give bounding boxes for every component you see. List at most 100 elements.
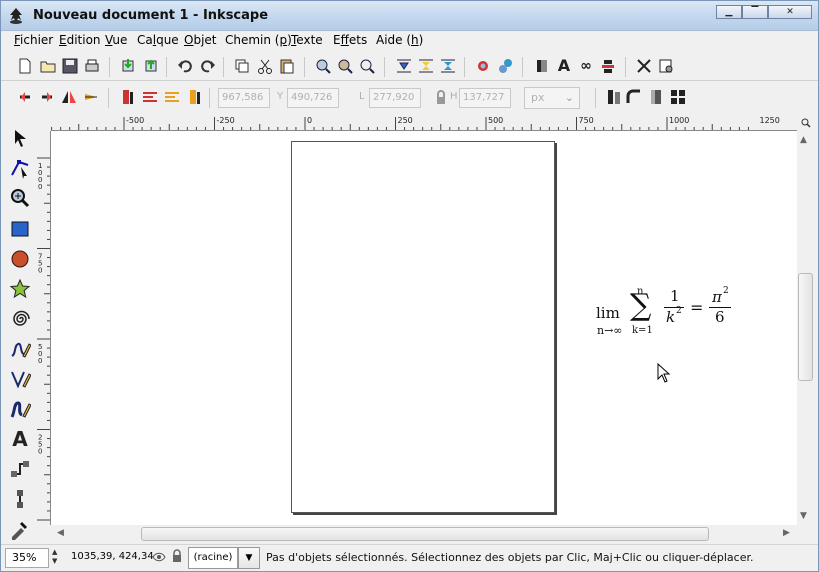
vertical-scrollbar[interactable]: ▲ ▼	[797, 131, 814, 525]
formula-frac2-numerator: π	[712, 288, 722, 306]
width-field[interactable]: 277,920	[369, 88, 421, 108]
selector-tool-icon[interactable]	[9, 127, 31, 149]
align-icon[interactable]	[599, 57, 617, 75]
formula-sum-lower: k=1	[632, 325, 653, 336]
flip-horizontal-icon[interactable]	[60, 88, 78, 106]
ruler-label: 250	[398, 116, 413, 125]
current-layer-field[interactable]: (racine)	[188, 547, 238, 569]
gradient-editor-icon[interactable]	[533, 57, 551, 75]
lower-bottom-icon[interactable]	[185, 88, 203, 106]
vertical-ruler-ticks: 1000 750 500 250 0	[37, 157, 50, 525]
zoom-drawing-icon[interactable]	[336, 57, 354, 75]
xml-editor-icon[interactable]	[474, 57, 492, 75]
raise-icon[interactable]	[141, 88, 159, 106]
x-field[interactable]: 967,586	[218, 88, 270, 108]
minimize-button[interactable]: ▁	[716, 5, 742, 19]
horizontal-scroll-thumb[interactable]	[141, 527, 709, 541]
flip-vertical-icon[interactable]	[82, 88, 100, 106]
transform-icon[interactable]: ∞	[577, 57, 595, 75]
connector-tool-icon[interactable]	[9, 458, 31, 480]
calligraphy-tool-icon[interactable]	[9, 398, 31, 420]
transform-patterns-icon[interactable]	[669, 88, 687, 106]
menu-fichier[interactable]: Fichier	[14, 33, 53, 47]
bezier-pen-tool-icon[interactable]	[9, 368, 31, 390]
zoom-tool-icon[interactable]	[9, 187, 31, 209]
scale-corners-icon[interactable]	[625, 88, 643, 106]
layer-lock-icon[interactable]	[171, 549, 183, 563]
zoom-page-icon[interactable]	[358, 57, 376, 75]
ruler-label: 1250	[760, 116, 780, 125]
cut-icon[interactable]	[256, 57, 274, 75]
ruler-label: 500	[488, 116, 503, 125]
gradient-tool-icon[interactable]	[9, 488, 31, 510]
layer-dropdown-button[interactable]: ▼	[238, 547, 260, 569]
paste-icon[interactable]	[278, 57, 296, 75]
status-message: Pas d'objets sélectionnés. Sélectionnez …	[266, 551, 754, 564]
text-tool-icon[interactable]: A	[9, 428, 31, 450]
y-field[interactable]: 490,726	[287, 88, 339, 108]
menu-aide[interactable]: Aide (h)	[376, 33, 423, 47]
new-document-icon[interactable]	[16, 57, 34, 75]
zoom-corner-icon[interactable]	[800, 117, 812, 129]
lower-icon[interactable]	[163, 88, 181, 106]
pencil-tool-icon[interactable]	[9, 338, 31, 360]
scroll-up-icon[interactable]: ▲	[800, 135, 807, 145]
scroll-left-icon[interactable]: ◀	[57, 528, 64, 538]
vertical-ruler: 1000 750 500 250 0	[35, 131, 51, 525]
menu-vue[interactable]: Vue	[105, 33, 127, 47]
star-tool-icon[interactable]	[9, 278, 31, 300]
scale-stroke-icon[interactable]	[605, 88, 623, 106]
text-font-icon[interactable]: A	[555, 57, 573, 75]
fill-stroke-icon[interactable]	[497, 57, 515, 75]
unit-select[interactable]: px ⌄	[524, 87, 580, 109]
horizontal-ruler-ticks: -500 -250 0 250 500 750 1000 1250	[51, 116, 780, 130]
redo-icon[interactable]	[199, 57, 217, 75]
ruler-label: 500	[38, 343, 42, 365]
rectangle-tool-icon[interactable]	[9, 218, 31, 240]
menu-effets[interactable]: Effets	[333, 33, 367, 47]
raise-top-icon[interactable]	[118, 88, 136, 106]
print-icon[interactable]	[83, 57, 101, 75]
layer-visibility-eye-icon[interactable]	[152, 551, 166, 563]
zoom-selection-icon[interactable]	[314, 57, 332, 75]
node-tool-icon[interactable]	[9, 157, 31, 179]
align-edges-icon[interactable]	[439, 57, 457, 75]
zoom-spinner-icon[interactable]: ▲ ▼	[52, 548, 57, 566]
dropper-tool-icon[interactable]	[9, 518, 31, 540]
drawing-canvas[interactable]: lim n→∞ n ∑ k=1 1 k 2 = π 2 6	[51, 131, 797, 525]
maximize-button[interactable]: ▔	[742, 5, 768, 19]
ellipse-tool-icon[interactable]	[9, 248, 31, 270]
spiral-tool-icon[interactable]	[9, 308, 31, 330]
ruler-label: 750	[579, 116, 594, 125]
formula-equals: =	[690, 298, 704, 317]
open-folder-icon[interactable]	[39, 57, 57, 75]
menu-objet[interactable]: Objet	[184, 33, 217, 47]
import-icon[interactable]	[119, 57, 137, 75]
align-center-icon[interactable]	[417, 57, 435, 75]
lock-icon[interactable]	[432, 89, 450, 107]
align-distribute-icon[interactable]	[395, 57, 413, 75]
undo-icon[interactable]	[176, 57, 194, 75]
transform-gradients-icon[interactable]	[647, 88, 665, 106]
menu-texte[interactable]: Texte	[291, 33, 323, 47]
menu-calque[interactable]: Calque	[137, 33, 179, 47]
duplicate-icon[interactable]	[233, 57, 251, 75]
zoom-field[interactable]: 35%	[5, 548, 49, 568]
formula-sum: ∑	[630, 288, 652, 323]
document-properties-icon[interactable]	[657, 57, 675, 75]
height-field[interactable]: 137,727	[459, 88, 511, 108]
menu-edition[interactable]: Edition	[59, 33, 101, 47]
close-button[interactable]: ✕	[768, 5, 812, 19]
preferences-icon[interactable]	[635, 57, 653, 75]
menu-chemin[interactable]: Chemin (p)	[225, 33, 292, 47]
export-icon[interactable]	[142, 57, 160, 75]
rotate-cw-icon[interactable]	[38, 88, 56, 106]
scroll-right-icon[interactable]: ▶	[783, 528, 790, 538]
math-formula[interactable]: lim n→∞ n ∑ k=1 1 k 2 = π 2 6	[596, 286, 746, 346]
save-icon[interactable]	[61, 57, 79, 75]
scroll-down-icon[interactable]: ▼	[800, 511, 807, 521]
formula-frac1-exponent: 2	[676, 306, 682, 316]
rotate-ccw-icon[interactable]	[16, 88, 34, 106]
horizontal-scrollbar[interactable]: ◀ ▶	[51, 525, 797, 543]
vertical-scroll-thumb[interactable]	[798, 273, 813, 381]
